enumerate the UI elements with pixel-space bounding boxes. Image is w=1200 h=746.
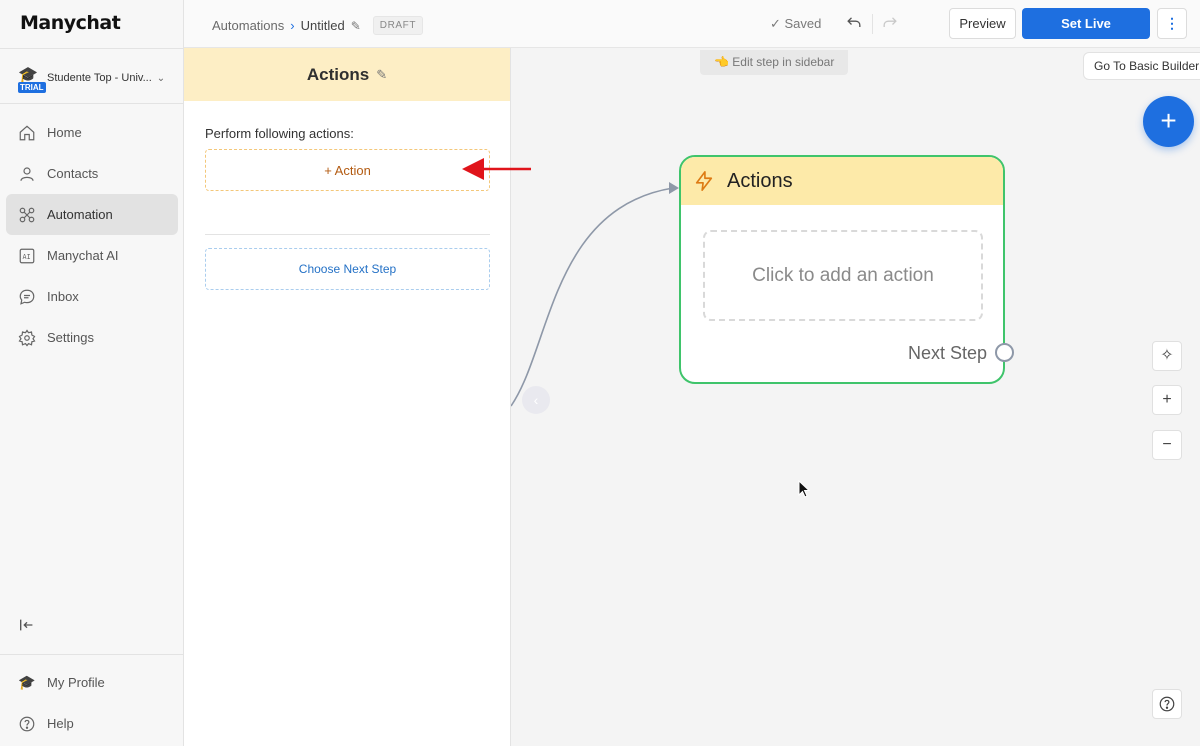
nav-item-automation[interactable]: Automation xyxy=(6,194,178,235)
flow-canvas[interactable]: 👈 Edit step in sidebar Go To Basic Build… xyxy=(511,48,1200,746)
account-name: Studente Top - Univ... xyxy=(47,72,152,84)
nav-item-help[interactable]: Help xyxy=(6,703,178,744)
manychat-logo[interactable]: Manychat xyxy=(20,12,121,34)
next-step-port[interactable] xyxy=(995,343,1014,362)
add-action-button[interactable]: + Action xyxy=(205,149,490,191)
basic-builder-button[interactable]: Go To Basic Builder xyxy=(1083,52,1200,80)
status-badge: DRAFT xyxy=(372,16,424,35)
collapse-sidebar-icon[interactable] xyxy=(18,616,38,636)
connection-line xyxy=(511,182,679,407)
bottom-nav: 🎓 My Profile Help xyxy=(6,662,178,744)
saved-status: ✓ Saved xyxy=(770,16,822,31)
collapse-panel-button[interactable]: ‹ xyxy=(522,386,550,414)
nav-label: Contacts xyxy=(47,166,99,181)
nav-item-home[interactable]: Home xyxy=(6,112,178,153)
nav-item-contacts[interactable]: Contacts xyxy=(6,153,178,194)
svg-text:AI: AI xyxy=(23,253,31,261)
top-bar: Automations › Untitled ✎ DRAFT ✓ Saved P… xyxy=(184,0,1200,48)
magic-wand-icon[interactable]: ✧ xyxy=(1152,341,1182,371)
account-avatar: 🎓 TRIAL xyxy=(12,63,46,93)
nav-label: Help xyxy=(47,716,74,731)
node-header: Actions xyxy=(681,157,1003,205)
divider xyxy=(0,48,184,49)
nav-item-manychat-ai[interactable]: AI Manychat AI xyxy=(6,235,178,276)
add-step-button[interactable]: + xyxy=(1143,96,1194,147)
chevron-right-icon: › xyxy=(290,18,295,33)
nav-item-settings[interactable]: Settings xyxy=(6,317,178,358)
edit-step-hint: 👈 Edit step in sidebar xyxy=(700,50,849,75)
chat-icon xyxy=(18,288,36,306)
preview-button[interactable]: Preview xyxy=(949,8,1016,39)
nav-label: Settings xyxy=(47,330,94,345)
more-options-icon[interactable]: ⋮ xyxy=(1157,8,1187,39)
nav-label: Automation xyxy=(47,207,113,222)
node-title: Actions xyxy=(727,169,793,192)
divider xyxy=(205,234,490,235)
nav-item-inbox[interactable]: Inbox xyxy=(6,276,178,317)
nav-item-my-profile[interactable]: 🎓 My Profile xyxy=(6,662,178,703)
zoom-out-icon[interactable]: − xyxy=(1152,430,1182,460)
zoom-in-icon[interactable]: + xyxy=(1152,385,1182,415)
home-icon xyxy=(18,124,36,142)
divider xyxy=(0,103,184,104)
nav-label: Manychat AI xyxy=(47,248,119,263)
automation-title[interactable]: Untitled xyxy=(301,18,345,33)
main-nav: Home Contacts Automation AI Manychat AI … xyxy=(6,112,178,358)
help-icon xyxy=(18,715,36,733)
sidebar: Manychat 🎓 TRIAL Studente Top - Univ... … xyxy=(0,0,184,746)
nav-label: Inbox xyxy=(47,289,79,304)
choose-next-step-button[interactable]: Choose Next Step xyxy=(205,248,490,290)
divider xyxy=(872,14,873,34)
breadcrumb: Automations › Untitled ✎ DRAFT xyxy=(212,16,424,35)
gear-icon xyxy=(18,328,36,347)
next-step-label: Next Step xyxy=(907,343,987,363)
account-switcher[interactable]: 🎓 TRIAL Studente Top - Univ... ⌄ xyxy=(12,62,172,94)
help-icon[interactable] xyxy=(1152,689,1182,719)
trial-badge: TRIAL xyxy=(18,82,46,93)
nav-label: My Profile xyxy=(47,675,105,690)
avatar-icon: 🎓 xyxy=(18,674,36,690)
undo-icon[interactable] xyxy=(844,12,866,34)
set-live-button[interactable]: Set Live xyxy=(1022,8,1150,39)
automation-icon xyxy=(18,206,36,224)
lightning-icon xyxy=(693,170,715,192)
divider xyxy=(0,654,184,655)
user-icon xyxy=(18,165,36,183)
chevron-down-icon: ⌄ xyxy=(156,72,166,84)
step-editor-panel: Actions ✎ Perform following actions: + A… xyxy=(184,48,511,746)
pencil-icon[interactable]: ✎ xyxy=(376,67,387,83)
mouse-cursor-icon xyxy=(798,480,811,498)
add-action-placeholder[interactable]: Click to add an action xyxy=(703,230,983,321)
panel-header: Actions ✎ xyxy=(184,48,510,101)
redo-icon[interactable] xyxy=(880,12,902,34)
pencil-icon[interactable]: ✎ xyxy=(351,19,361,33)
actions-node[interactable]: Actions Click to add an action Next Step xyxy=(679,155,1014,384)
perform-actions-label: Perform following actions: xyxy=(205,126,354,141)
breadcrumb-automations[interactable]: Automations xyxy=(212,18,284,33)
ai-icon: AI xyxy=(18,247,36,265)
nav-label: Home xyxy=(47,125,82,140)
panel-title[interactable]: Actions xyxy=(307,65,369,85)
